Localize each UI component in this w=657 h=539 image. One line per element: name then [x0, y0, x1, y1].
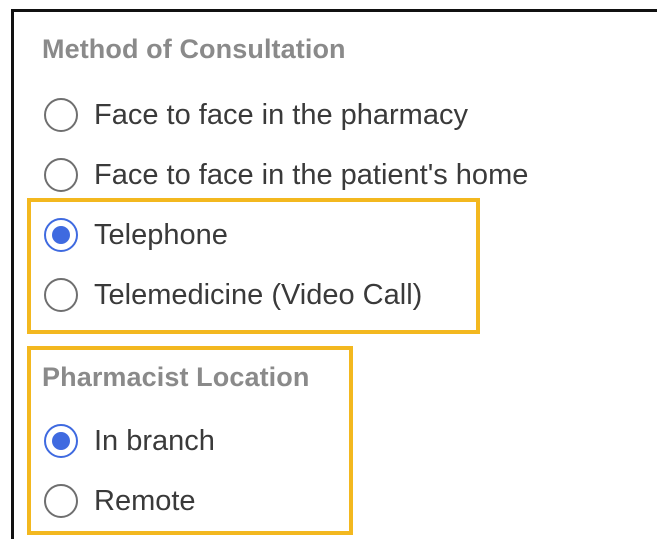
radio-button[interactable] — [44, 98, 78, 132]
radio-button[interactable] — [44, 218, 78, 252]
radio-option-label: In branch — [94, 424, 215, 457]
radio-option-in-branch[interactable]: In branch — [44, 421, 215, 461]
radio-selected-dot — [52, 226, 70, 244]
radio-selected-dot — [52, 432, 70, 450]
radio-button[interactable] — [44, 484, 78, 518]
radio-option-telemedicine[interactable]: Telemedicine (Video Call) — [44, 275, 422, 315]
radio-option-label: Remote — [94, 484, 196, 517]
consultation-method-title: Method of Consultation — [42, 34, 346, 64]
pharmacist-location-title: Pharmacist Location — [42, 362, 310, 392]
radio-option-face-to-face-home[interactable]: Face to face in the patient's home — [44, 155, 528, 195]
radio-button[interactable] — [44, 158, 78, 192]
radio-button[interactable] — [44, 278, 78, 312]
radio-option-label: Telephone — [94, 218, 228, 251]
radio-option-telephone[interactable]: Telephone — [44, 215, 228, 255]
radio-option-face-to-face-pharmacy[interactable]: Face to face in the pharmacy — [44, 95, 468, 135]
radio-option-label: Telemedicine (Video Call) — [94, 278, 423, 311]
radio-option-label: Face to face in the patient's home — [94, 158, 529, 191]
radio-option-label: Face to face in the pharmacy — [94, 98, 468, 131]
radio-button[interactable] — [44, 424, 78, 458]
radio-option-remote[interactable]: Remote — [44, 481, 196, 521]
